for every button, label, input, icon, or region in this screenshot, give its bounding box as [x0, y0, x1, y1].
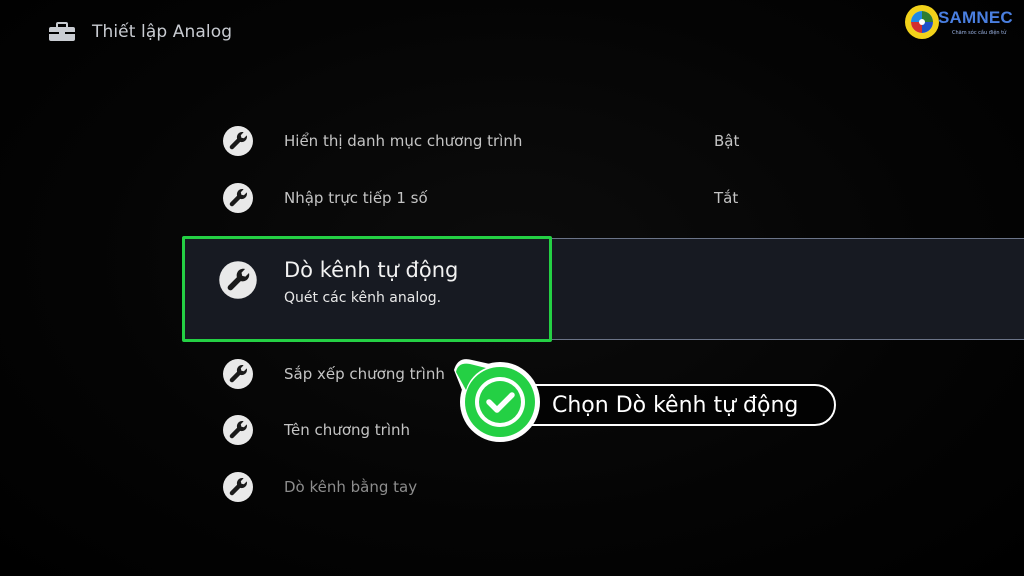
callout-badge [454, 359, 540, 442]
menu-item-value: Tắt [714, 189, 739, 207]
wrench-icon [222, 471, 254, 503]
toolbox-icon [49, 22, 75, 41]
menu-item-program-list[interactable]: Hiển thị danh mục chương trình Bật [222, 123, 739, 159]
menu-item-direct-entry[interactable]: Nhập trực tiếp 1 số Tắt [222, 180, 738, 216]
logo-brand-text: SAMNEC [938, 8, 1013, 27]
menu-item-label: Sắp xếp chương trình [284, 365, 445, 383]
menu-item-value: Bật [714, 132, 740, 150]
selected-item-description: Quét các kênh analog. [284, 290, 442, 306]
callout-text: Chọn Dò kênh tự động [552, 393, 799, 418]
logo-mark-icon [905, 5, 939, 39]
selected-item-icon-wrap [218, 260, 258, 304]
menu-item-program-sort[interactable]: Sắp xếp chương trình [222, 356, 445, 392]
logo-tagline: Chăm sóc cầu điện tử [952, 30, 1007, 36]
page-title: Thiết lập Analog [92, 22, 233, 42]
wrench-icon [218, 260, 258, 300]
selected-item-label: Dò kênh tự động [284, 258, 459, 282]
menu-item-manual-tuning[interactable]: Dò kênh bằng tay [222, 469, 417, 505]
tv-settings-screen: Thiết lập Analog SAMNEC Chăm sóc cầu điệ… [0, 0, 1024, 576]
wrench-icon [222, 182, 254, 214]
samnec-logo: SAMNEC Chăm sóc cầu điện tử [904, 2, 1016, 42]
menu-item-label: Hiển thị danh mục chương trình [284, 132, 523, 150]
menu-item-label: Nhập trực tiếp 1 số [284, 189, 428, 207]
page-header: Thiết lập Analog [48, 18, 232, 46]
wrench-icon [222, 358, 254, 390]
menu-item-label: Tên chương trình [284, 421, 411, 439]
wrench-icon [222, 414, 254, 446]
wrench-icon [222, 125, 254, 157]
checkmark-icon [479, 381, 521, 423]
menu-item-program-name[interactable]: Tên chương trình [222, 412, 410, 448]
menu-item-label: Dò kênh bằng tay [284, 478, 418, 496]
